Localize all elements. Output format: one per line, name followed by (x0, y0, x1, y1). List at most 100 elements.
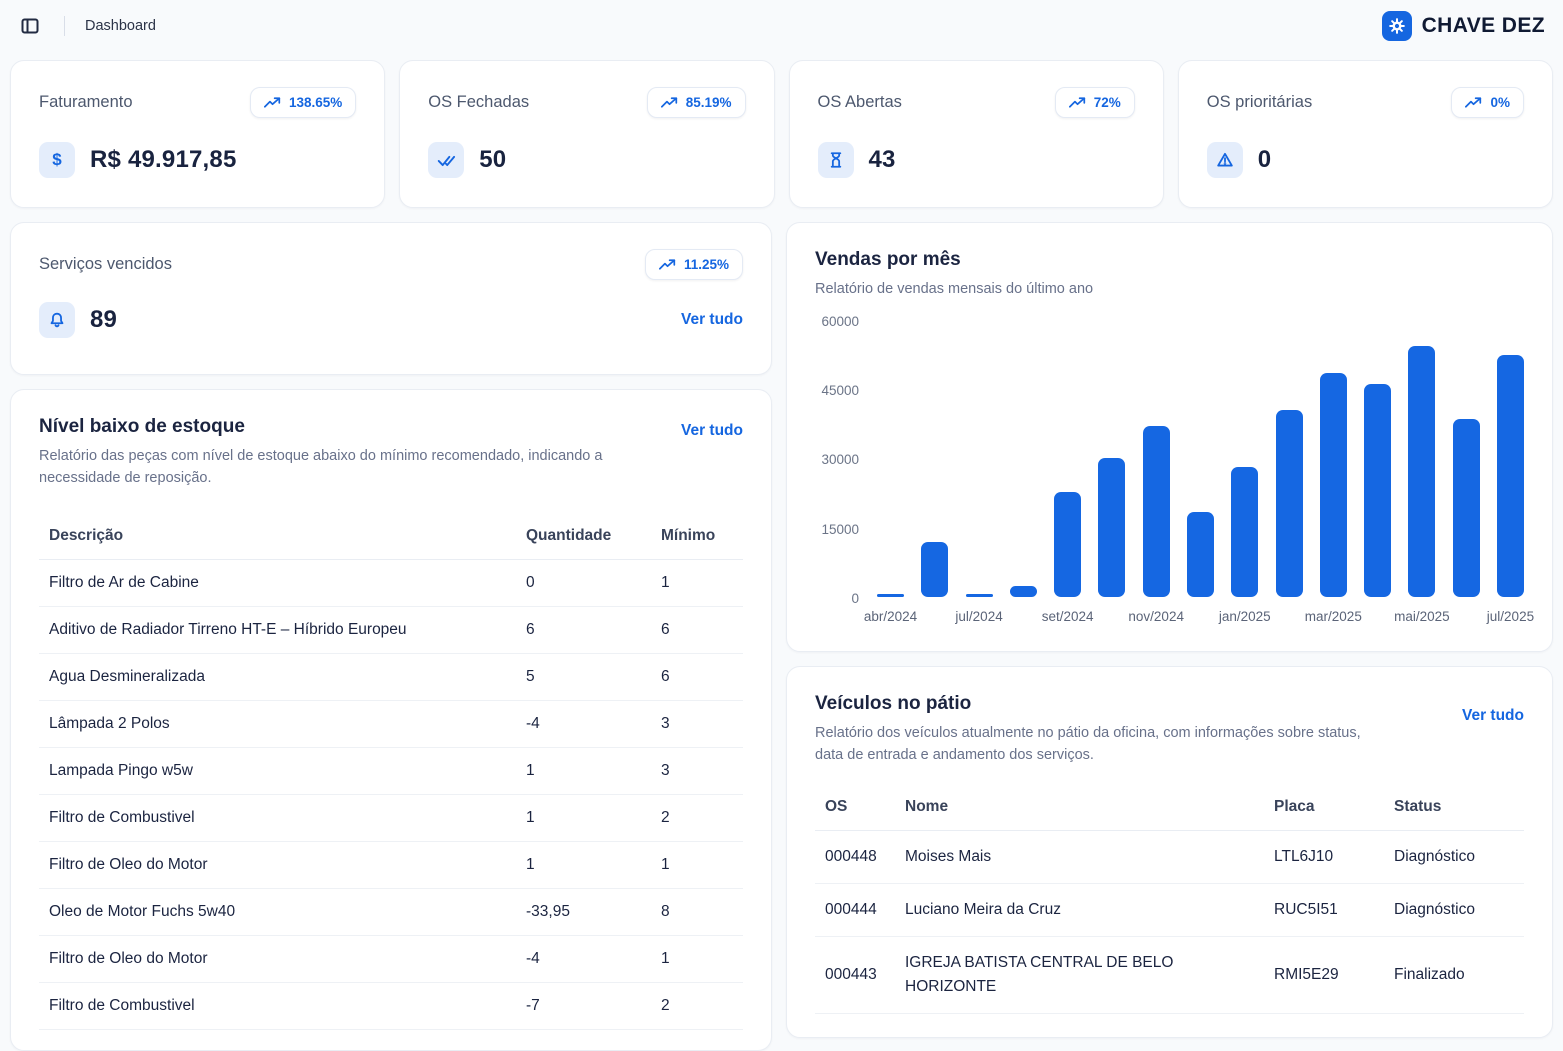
table-row[interactable]: Oleo de Motor Fuchs 5w40-33,958 (39, 888, 743, 935)
bar-abr/2025 (1364, 384, 1391, 597)
trend-value: 85.19% (686, 95, 732, 110)
cell-description: Agua Desmineralizada (39, 653, 526, 700)
y-tick-label: 60000 (821, 314, 859, 329)
topbar: Dashboard CHAVE DEZ (0, 0, 1563, 52)
cell-quantity: 1 (526, 794, 661, 841)
cell-description: Lampada Pingo w5w (39, 747, 526, 794)
trending-up-icon (661, 96, 678, 109)
services-due-value: 89 (90, 306, 117, 334)
cell-quantity: 6 (526, 606, 661, 653)
cell-quantity: -4 (526, 700, 661, 747)
bar-abr/2024 (877, 594, 904, 597)
trending-up-icon (1069, 96, 1086, 109)
card-title: Serviços vencidos (39, 255, 172, 274)
column-header: Descrição (39, 514, 526, 560)
cell-plate: RUC5I51 (1274, 883, 1394, 936)
table-row[interactable]: Filtro de Ar de Cabine01 (39, 559, 743, 606)
column-header: Mínimo (661, 514, 743, 560)
services-due-view-all-link[interactable]: Ver tudo (681, 311, 743, 329)
vehicles-view-all-link[interactable]: Ver tudo (1462, 707, 1524, 725)
vehicles-subtitle: Relatório dos veículos atualmente no pát… (815, 723, 1375, 767)
vehicles-card: Veículos no pátio Relatório dos veículos… (786, 666, 1553, 1038)
vehicles-title: Veículos no pátio (815, 693, 1375, 715)
brand-name: CHAVE DEZ (1422, 14, 1545, 38)
table-row[interactable]: Filtro de Oleo do Motor11 (39, 841, 743, 888)
trend-badge: 72% (1055, 87, 1135, 118)
cell-minimum: 8 (661, 888, 743, 935)
x-tick-label: set/2024 (1042, 609, 1094, 624)
table-row[interactable]: 000444 Luciano Meira da Cruz RUC5I51 Dia… (815, 883, 1524, 936)
brand-logo: CHAVE DEZ (1382, 11, 1545, 41)
cell-minimum: 3 (661, 700, 743, 747)
y-tick-label: 0 (851, 591, 859, 606)
table-row[interactable]: Filtro de Combustivel-72 (39, 982, 743, 1029)
chart-x-axis: abr/2024jul/2024set/2024nov/2024jan/2025… (815, 609, 1524, 627)
cell-name: Moises Mais (905, 830, 1274, 883)
kpi-title: OS Abertas (818, 93, 902, 112)
low-stock-view-all-link[interactable]: Ver tudo (681, 422, 743, 440)
x-tick-label: mar/2025 (1305, 609, 1362, 624)
bar-dez/2024 (1187, 512, 1214, 597)
bar-jan/2025 (1231, 467, 1258, 597)
divider (64, 16, 65, 36)
bar-nov/2024 (1143, 426, 1170, 597)
table-row[interactable]: Agua Desmineralizada56 (39, 653, 743, 700)
table-row[interactable]: 000448 Moises Mais LTL6J10 Diagnóstico (815, 830, 1524, 883)
table-row[interactable]: Lampada Pingo w5w13 (39, 747, 743, 794)
vehicles-table: OS Nome Placa Status 000448 Moises Mais … (815, 785, 1524, 1014)
kpi-card-os-abertas: OS Abertas 72% 43 (789, 60, 1164, 208)
cell-description: Lâmpada 2 Polos (39, 700, 526, 747)
column-header: Quantidade (526, 514, 661, 560)
cell-minimum: 6 (661, 653, 743, 700)
column-header: Placa (1274, 785, 1394, 831)
bar-out/2024 (1098, 458, 1125, 597)
kpi-card-os-prioritarias: OS prioritárias 0% 0 (1178, 60, 1553, 208)
cell-minimum: 2 (661, 982, 743, 1029)
cell-minimum: 6 (661, 606, 743, 653)
warning-triangle-icon (1207, 142, 1243, 178)
cell-description: Filtro de Combustivel (39, 794, 526, 841)
cell-name: Luciano Meira da Cruz (905, 883, 1274, 936)
kpi-title: OS Fechadas (428, 93, 529, 112)
kpi-row: Faturamento 138.65% $ R$ 49.917,85 OS Fe… (10, 60, 1553, 208)
hourglass-icon (818, 142, 854, 178)
y-tick-label: 45000 (821, 383, 859, 398)
cell-status: Diagnóstico (1394, 883, 1524, 936)
kpi-value: 50 (479, 146, 506, 174)
cell-status: Diagnóstico (1394, 830, 1524, 883)
table-header-row: Descrição Quantidade Mínimo (39, 514, 743, 560)
cell-quantity: -7 (526, 982, 661, 1029)
x-tick-label: abr/2024 (864, 609, 917, 624)
column-header: Status (1394, 785, 1524, 831)
cell-description: Filtro de Oleo do Motor (39, 841, 526, 888)
sales-chart-card: Vendas por mês Relatório de vendas mensa… (786, 222, 1553, 652)
bar-mar/2025 (1320, 373, 1347, 597)
table-row[interactable]: Filtro de Combustivel12 (39, 794, 743, 841)
cell-status: Finalizado (1394, 936, 1524, 1013)
cell-os: 000443 (815, 936, 905, 1013)
x-tick-label: jul/2025 (1487, 609, 1534, 624)
chart-x-labels: abr/2024jul/2024set/2024nov/2024jan/2025… (877, 609, 1524, 627)
table-row[interactable]: Filtro de Oleo do Motor-41 (39, 935, 743, 982)
breadcrumb[interactable]: Dashboard (85, 18, 156, 34)
services-due-card: Serviços vencidos 11.25% (10, 222, 772, 375)
bar-mai/2024 (921, 542, 948, 597)
bar-ago/2024 (1010, 586, 1037, 597)
table-row[interactable]: 000443 IGREJA BATISTA CENTRAL DE BELO HO… (815, 936, 1524, 1013)
bar-chart: 600004500030000150000 abr/2024jul/2024se… (815, 323, 1524, 627)
sidebar-toggle-button[interactable] (16, 12, 44, 40)
trending-up-icon (1465, 96, 1482, 109)
sidebar-panel-icon (20, 16, 40, 36)
low-stock-subtitle: Relatório das peças com nível de estoque… (39, 446, 619, 490)
cell-os: 000444 (815, 883, 905, 936)
trend-badge: 0% (1451, 87, 1524, 118)
table-row[interactable]: Lâmpada 2 Polos-43 (39, 700, 743, 747)
table-row[interactable]: Aditivo de Radiador Tirreno HT-E – Híbri… (39, 606, 743, 653)
cell-name: IGREJA BATISTA CENTRAL DE BELO HORIZONTE (905, 936, 1274, 1013)
kpi-value: 43 (869, 146, 896, 174)
cell-description: Filtro de Combustivel (39, 982, 526, 1029)
trending-up-icon (264, 96, 281, 109)
bar-jul/2025 (1497, 355, 1524, 597)
trend-value: 138.65% (289, 95, 342, 110)
trend-value: 0% (1490, 95, 1510, 110)
